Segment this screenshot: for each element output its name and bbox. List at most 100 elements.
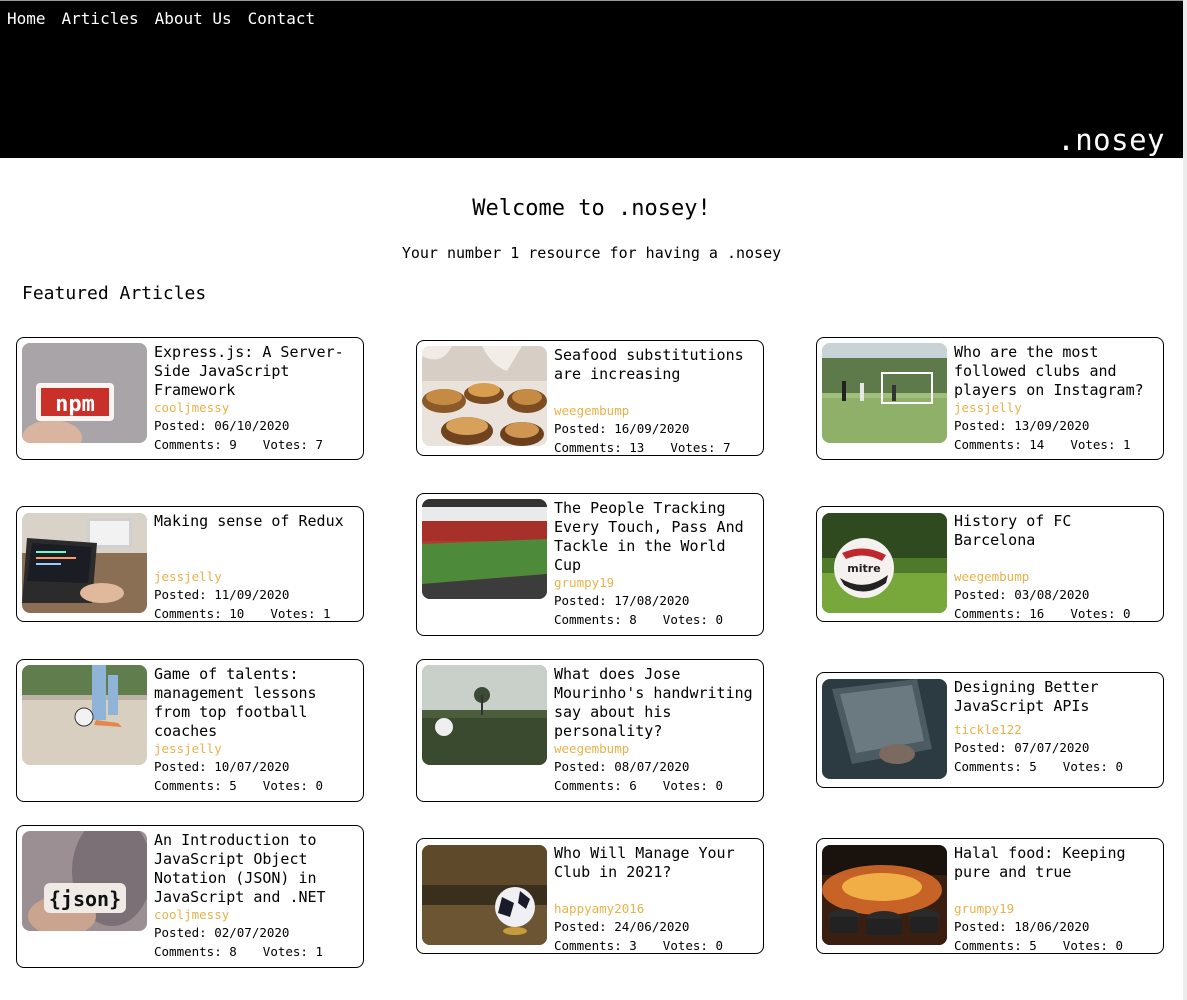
article-card[interactable]: npm Express.js: A Server-Side JavaScript… [16, 337, 364, 460]
vote-count: Votes: 7 [262, 437, 324, 452]
article-author[interactable]: tickle122 [954, 722, 1159, 738]
article-info: Express.js: A Server-Side JavaScript Fra… [154, 343, 359, 454]
article-title[interactable]: What does Jose Mourinho's handwriting sa… [554, 665, 759, 741]
article-thumbnail[interactable] [822, 845, 947, 945]
comment-count: Comments: 5 [954, 938, 1037, 953]
site-logo[interactable]: .nosey [1057, 123, 1165, 157]
article-thumbnail[interactable] [22, 513, 147, 613]
welcome-heading: Welcome to .nosey! [472, 196, 711, 221]
vote-count: Votes: 0 [662, 612, 724, 627]
article-posted-date: Posted: 10/07/2020 [154, 759, 290, 774]
page-scrollbar[interactable] [1183, 0, 1187, 1000]
tagline: Your number 1 resource for having a .nos… [401, 244, 782, 262]
vote-count: Votes: 0 [662, 938, 724, 953]
article-thumbnail[interactable] [422, 499, 547, 599]
article-title[interactable]: Who are the most followed clubs and play… [954, 343, 1159, 400]
article-author[interactable]: weegembump [554, 741, 759, 757]
article-title[interactable]: Who Will Manage Your Club in 2021? [554, 844, 759, 882]
article-card[interactable]: Seafood substitutions are increasing wee… [416, 340, 764, 456]
article-thumbnail[interactable]: {json} [22, 831, 147, 931]
comment-count: Comments: 6 [554, 778, 637, 793]
article-thumbnail[interactable] [422, 665, 547, 765]
article-posted-date: Posted: 17/08/2020 [554, 593, 690, 608]
article-stats: Comments: 13 Votes: 7 [554, 438, 759, 457]
vote-count: Votes: 0 [262, 778, 324, 793]
article-author[interactable]: cooljmessy [154, 907, 359, 923]
article-info: Who are the most followed clubs and play… [954, 343, 1159, 454]
comment-count: Comments: 13 [554, 440, 645, 455]
article-thumbnail[interactable] [822, 343, 947, 443]
comment-count: Comments: 5 [154, 778, 237, 793]
article-info: Making sense of Redux jessjelly Posted: … [154, 512, 359, 623]
vote-count: Votes: 1 [262, 944, 324, 959]
article-posted-date: Posted: 03/08/2020 [954, 587, 1090, 602]
vote-count: Votes: 1 [270, 606, 331, 621]
article-title[interactable]: Halal food: Keeping pure and true [954, 844, 1159, 882]
article-card[interactable]: Who are the most followed clubs and play… [816, 337, 1164, 460]
article-stats: Comments: 8 Votes: 1 [154, 942, 359, 961]
article-thumbnail[interactable] [22, 665, 147, 765]
article-author[interactable]: jessjelly [954, 400, 1159, 416]
article-thumbnail[interactable]: mitre [822, 513, 947, 613]
article-thumbnail[interactable] [422, 346, 547, 446]
comment-count: Comments: 16 [954, 606, 1045, 621]
article-author[interactable]: cooljmessy [154, 400, 359, 416]
article-title[interactable]: An Introduction to JavaScript Object Not… [154, 831, 359, 907]
article-title[interactable]: The People Tracking Every Touch, Pass An… [554, 499, 759, 575]
article-info: Who Will Manage Your Club in 2021? happy… [554, 844, 759, 955]
article-title[interactable]: History of FC Barcelona [954, 512, 1159, 550]
article-card[interactable]: Game of talents: management lessons from… [16, 659, 364, 802]
article-title[interactable]: Game of talents: management lessons from… [154, 665, 359, 741]
article-thumbnail[interactable]: npm [22, 343, 147, 443]
article-title[interactable]: Seafood substitutions are increasing [554, 346, 759, 384]
comment-count: Comments: 3 [554, 938, 637, 953]
comment-count: Comments: 5 [954, 759, 1037, 774]
vote-count: Votes: 1 [1070, 437, 1131, 452]
article-stats: Comments: 14 Votes: 1 [954, 435, 1159, 454]
main-nav: Home Articles About Us Contact [7, 10, 331, 28]
article-info: Seafood substitutions are increasing wee… [554, 346, 759, 457]
article-card[interactable]: Who Will Manage Your Club in 2021? happy… [416, 838, 764, 954]
article-thumbnail[interactable] [822, 679, 947, 779]
article-info: Halal food: Keeping pure and true grumpy… [954, 844, 1159, 955]
article-card[interactable]: {json} An Introduction to JavaScript Obj… [16, 825, 364, 968]
article-card[interactable]: Making sense of Redux jessjelly Posted: … [16, 506, 364, 622]
article-posted-date: Posted: 08/07/2020 [554, 759, 690, 774]
article-title[interactable]: Designing Better JavaScript APIs [954, 678, 1159, 716]
svg-text:{json}: {json} [49, 887, 121, 911]
article-author[interactable]: happyamy2016 [554, 901, 759, 917]
nav-link-about-us[interactable]: About Us [155, 10, 232, 28]
article-posted-date: Posted: 11/09/2020 [154, 587, 290, 602]
svg-text:mitre: mitre [847, 562, 880, 575]
article-author[interactable]: grumpy19 [554, 575, 759, 591]
article-card[interactable]: mitre History of FC Barcelona weegembump… [816, 506, 1164, 622]
nav-link-contact[interactable]: Contact [248, 10, 315, 28]
vote-count: Votes: 0 [1062, 938, 1124, 953]
article-info: What does Jose Mourinho's handwriting sa… [554, 665, 759, 795]
svg-text:npm: npm [55, 392, 95, 417]
article-stats: Comments: 5 Votes: 0 [954, 936, 1159, 955]
nav-link-home[interactable]: Home [7, 10, 46, 28]
nav-link-articles[interactable]: Articles [62, 10, 139, 28]
article-card[interactable]: What does Jose Mourinho's handwriting sa… [416, 659, 764, 802]
article-card[interactable]: Halal food: Keeping pure and true grumpy… [816, 838, 1164, 954]
article-stats: Comments: 5 Votes: 0 [954, 757, 1159, 776]
article-card[interactable]: The People Tracking Every Touch, Pass An… [416, 493, 764, 636]
article-author[interactable]: jessjelly [154, 569, 359, 585]
article-author[interactable]: weegembump [554, 403, 759, 419]
article-posted-date: Posted: 13/09/2020 [954, 418, 1090, 433]
article-stats: Comments: 5 Votes: 0 [154, 776, 359, 795]
article-author[interactable]: grumpy19 [954, 901, 1159, 917]
vote-count: Votes: 0 [1062, 759, 1124, 774]
comment-count: Comments: 8 [154, 944, 237, 959]
article-title[interactable]: Express.js: A Server-Side JavaScript Fra… [154, 343, 359, 400]
vote-count: Votes: 0 [1070, 606, 1131, 621]
article-thumbnail[interactable] [422, 845, 547, 945]
site-header: Home Articles About Us Contact .nosey [0, 1, 1183, 158]
article-info: Game of talents: management lessons from… [154, 665, 359, 795]
article-author[interactable]: jessjelly [154, 741, 359, 757]
article-title[interactable]: Making sense of Redux [154, 512, 359, 531]
article-posted-date: Posted: 07/07/2020 [954, 740, 1090, 755]
article-author[interactable]: weegembump [954, 569, 1159, 585]
article-card[interactable]: Designing Better JavaScript APIs tickle1… [816, 672, 1164, 788]
